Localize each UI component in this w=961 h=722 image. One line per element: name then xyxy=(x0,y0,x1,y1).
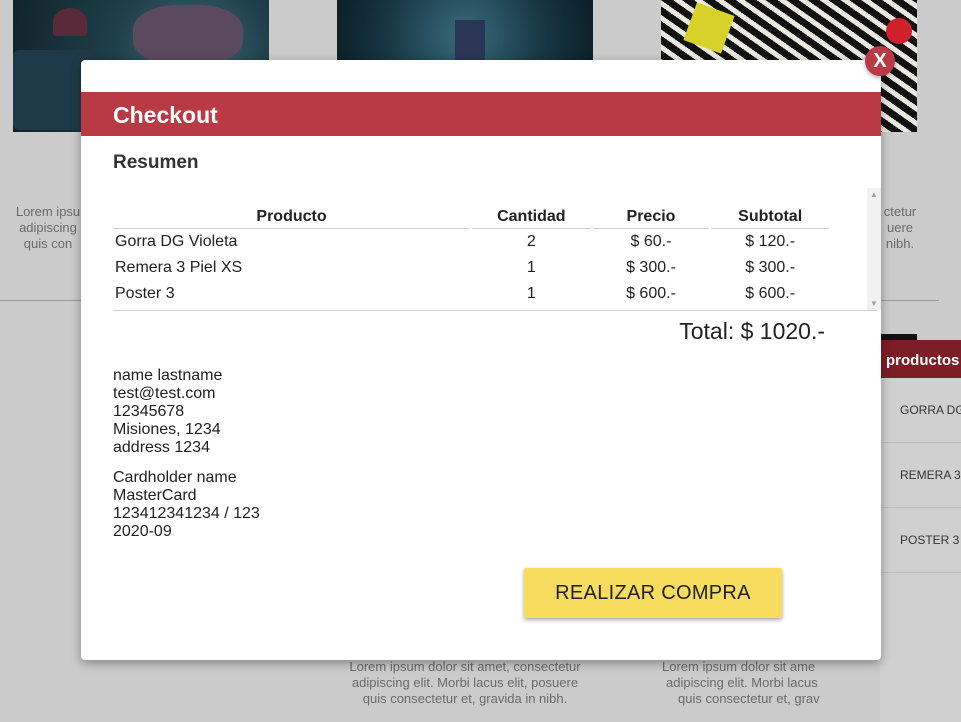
card-description-bottom-center: Lorem ipsum dolor sit amet, consectetur … xyxy=(330,659,600,707)
customer-phone: 12345678 xyxy=(113,403,185,420)
customer-info: name lastname test@test.com 12345678 Mis… xyxy=(113,367,222,457)
text-line: uere xyxy=(886,220,914,235)
column-header-product: Producto xyxy=(113,206,470,229)
table-divider xyxy=(113,310,877,311)
subtotal-cell: $ 300.- xyxy=(745,259,796,276)
table-header-row: Producto Cantidad Precio Subtotal xyxy=(113,206,829,229)
table-row: Poster 3 1 $ 600.- $ 600.- xyxy=(113,281,829,307)
lamp-shape xyxy=(53,8,87,36)
cart-item[interactable]: POSTER 3 xyxy=(880,508,961,573)
product-cell: Remera 3 Piel XS xyxy=(115,259,243,276)
order-table: Producto Cantidad Precio Subtotal Gorra … xyxy=(113,206,831,307)
yellow-square xyxy=(683,2,735,54)
customer-email: test@test.com xyxy=(113,385,216,402)
order-total: Total: $ 1020.- xyxy=(679,318,825,344)
price-cell: $ 600.- xyxy=(626,285,676,302)
modal-title: Checkout xyxy=(113,102,218,128)
text-line: quis consectetur et, gravida in nibh. xyxy=(362,691,568,706)
order-table-container[interactable]: Producto Cantidad Precio Subtotal Gorra … xyxy=(113,188,863,310)
text-line: Lorem ipsu xyxy=(15,204,81,219)
text-line: ctetur xyxy=(883,204,917,219)
summary-title: Resumen xyxy=(113,152,199,173)
column-header-quantity: Cantidad xyxy=(472,206,591,229)
text-line: quis consectetur et, grav xyxy=(678,691,820,706)
table-scrollbar[interactable]: ▲ ▼ xyxy=(867,188,881,310)
table-row: Gorra DG Violeta 2 $ 60.- $ 120.- xyxy=(113,229,829,255)
checkout-modal: Checkout Resumen Producto Cantidad Preci… xyxy=(81,60,881,660)
quantity-cell: 1 xyxy=(526,285,536,302)
column-header-subtotal: Subtotal xyxy=(711,206,829,229)
cardholder-name: Cardholder name xyxy=(113,469,237,486)
product-cell: Poster 3 xyxy=(115,285,175,302)
close-modal-button[interactable]: X xyxy=(865,46,895,76)
product-cell: Gorra DG Violeta xyxy=(115,233,238,250)
card-description-left: Lorem ipsu adipiscing quis con xyxy=(8,204,88,252)
card-expiry: 2020-09 xyxy=(113,523,172,540)
text-line: nibh. xyxy=(885,236,915,251)
text-line: quis con xyxy=(23,236,73,251)
cart-item[interactable]: GORRA DG xyxy=(880,378,961,443)
scroll-down-arrow-icon[interactable]: ▼ xyxy=(870,299,878,308)
subtotal-cell: $ 120.- xyxy=(745,233,796,250)
place-order-button[interactable]: REALIZAR COMPRA xyxy=(524,568,782,618)
customer-name: name lastname xyxy=(113,367,223,384)
product-image-tower xyxy=(337,0,593,60)
text-line: Lorem ipsum dolor sit amet, consectetur xyxy=(349,659,581,674)
cart-header: productos xyxy=(880,340,961,378)
card-description-right: ctetur uere nibh. xyxy=(880,204,920,252)
quantity-cell: 1 xyxy=(526,259,536,276)
card-description-bottom-right: Lorem ipsum dolor sit ame adipiscing eli… xyxy=(662,659,828,707)
scroll-up-arrow-icon[interactable]: ▲ xyxy=(870,190,878,199)
card-number: 123412341234 / 123 xyxy=(113,505,260,522)
text-line: adipiscing xyxy=(19,220,77,235)
price-cell: $ 300.- xyxy=(626,259,676,276)
text-line: adipiscing elit. Morbi lacus elit, posue… xyxy=(351,675,579,690)
quantity-cell: 2 xyxy=(526,233,536,250)
red-circle xyxy=(886,18,912,44)
modal-header: Checkout xyxy=(81,92,881,136)
payment-info: Cardholder name MasterCard 123412341234 … xyxy=(113,469,260,541)
tower-shape xyxy=(455,20,485,60)
text-line: Lorem ipsum dolor sit ame xyxy=(662,659,816,674)
figure-shape xyxy=(133,5,243,65)
column-header-price: Precio xyxy=(592,206,710,229)
cart-panel: productos GORRA DG REMERA 3 POSTER 3 xyxy=(880,340,961,722)
cart-item[interactable]: REMERA 3 xyxy=(880,443,961,508)
card-brand: MasterCard xyxy=(113,487,197,504)
text-line: adipiscing elit. Morbi lacus xyxy=(666,675,818,690)
table-row: Remera 3 Piel XS 1 $ 300.- $ 300.- xyxy=(113,255,829,281)
customer-location: Misiones, 1234 xyxy=(113,421,221,438)
subtotal-cell: $ 600.- xyxy=(745,285,796,302)
price-cell: $ 60.- xyxy=(630,233,672,250)
customer-address: address 1234 xyxy=(113,439,210,456)
